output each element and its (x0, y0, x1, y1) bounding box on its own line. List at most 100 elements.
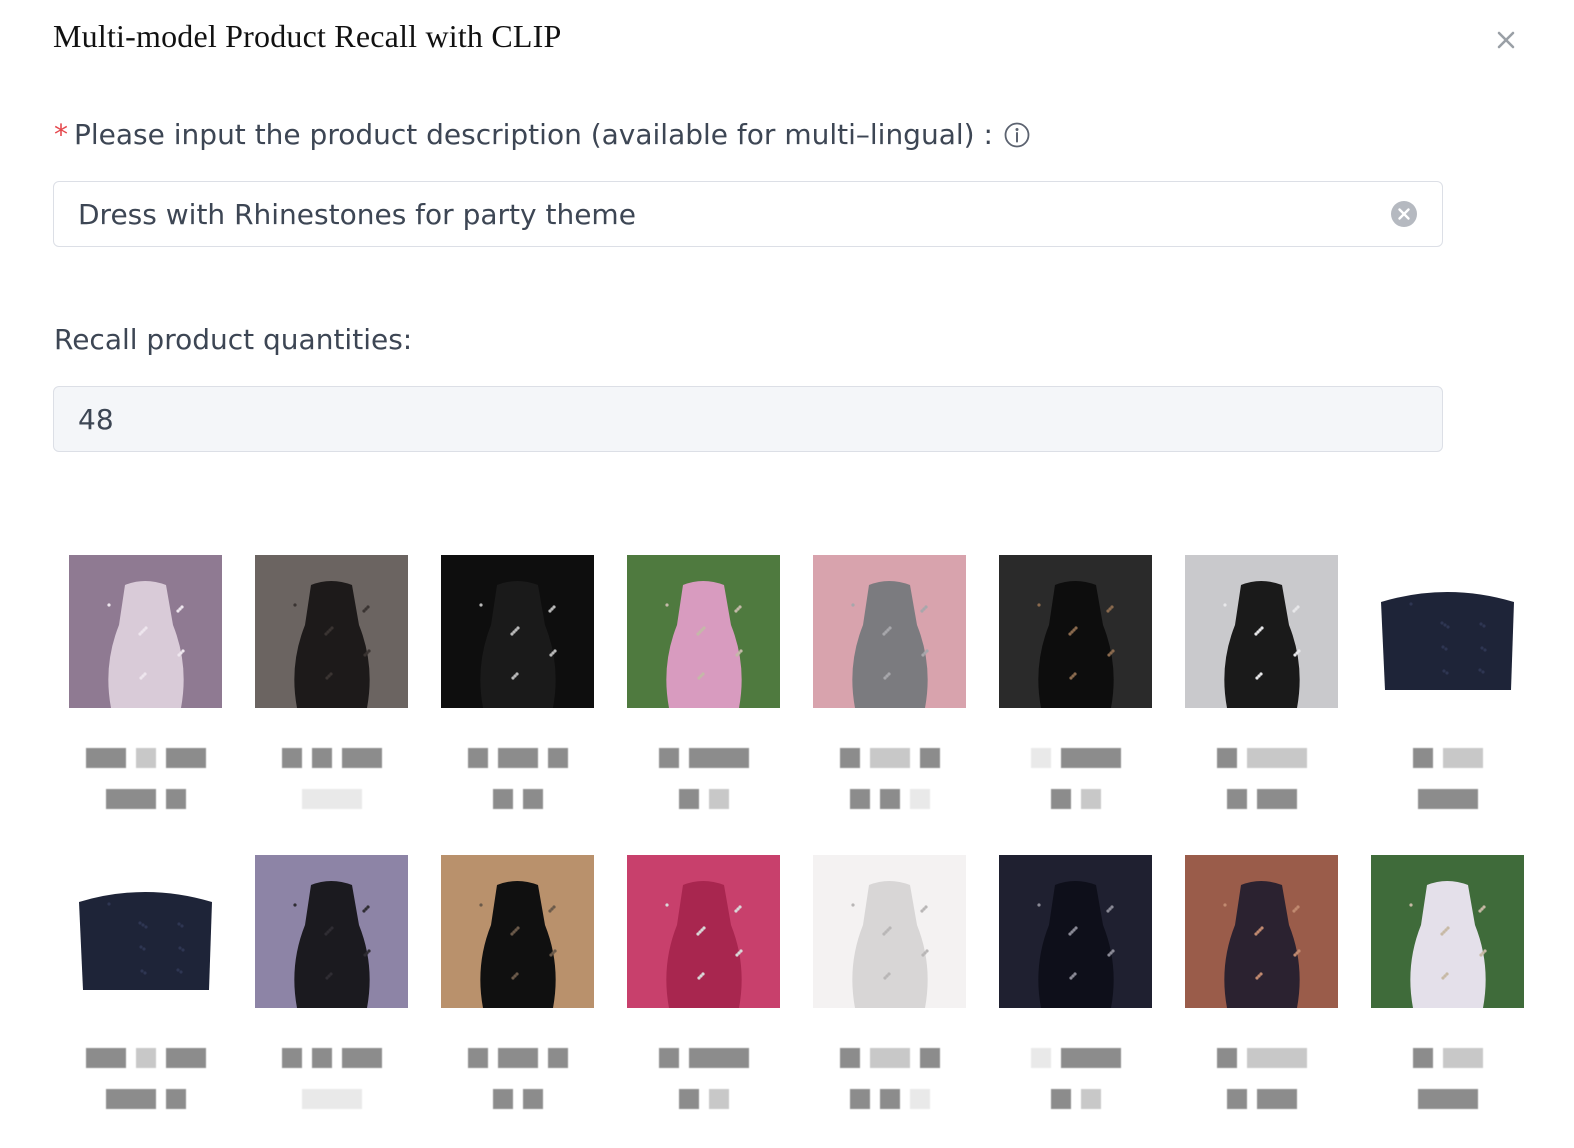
product-label-redacted (813, 747, 966, 769)
redacted-block (135, 1048, 156, 1068)
redacted-block (85, 1048, 126, 1068)
product-card[interactable] (69, 555, 222, 855)
product-card[interactable] (255, 855, 408, 1148)
redacted-block (165, 1048, 206, 1068)
product-card[interactable] (1185, 855, 1338, 1148)
redacted-block (165, 748, 206, 768)
product-image[interactable] (255, 555, 408, 708)
redacted-block (1050, 789, 1071, 809)
product-card[interactable] (441, 555, 594, 855)
product-card[interactable] (255, 555, 408, 855)
redacted-block (1442, 748, 1483, 768)
product-image[interactable] (627, 555, 780, 708)
redacted-block (165, 1089, 186, 1109)
product-card[interactable] (999, 555, 1152, 855)
product-label-redacted (813, 788, 966, 810)
redacted-block (839, 748, 860, 768)
quantity-input[interactable]: 48 (53, 386, 1443, 452)
redacted-block (301, 1089, 362, 1109)
redacted-block (1216, 748, 1237, 768)
product-label-redacted (1185, 747, 1338, 769)
product-image[interactable] (441, 855, 594, 1008)
redacted-block (869, 748, 910, 768)
recall-dialog: Multi-model Product Recall with CLIP * P… (0, 0, 1574, 1148)
redacted-block (708, 1089, 729, 1109)
product-image[interactable] (627, 855, 780, 1008)
product-image[interactable] (1185, 555, 1338, 708)
product-card[interactable] (441, 855, 594, 1148)
product-label-redacted (255, 788, 408, 810)
product-label-redacted (1371, 1088, 1524, 1110)
redacted-block (522, 789, 543, 809)
redacted-block (281, 1048, 302, 1068)
redacted-block (708, 789, 729, 809)
product-label-redacted (255, 1088, 408, 1110)
product-label-redacted (1185, 1047, 1338, 1069)
redacted-block (341, 1048, 382, 1068)
product-image[interactable] (813, 555, 966, 708)
redacted-block (1080, 1089, 1101, 1109)
redacted-block (497, 1048, 538, 1068)
redacted-block (1226, 1089, 1247, 1109)
product-image[interactable] (1185, 855, 1338, 1008)
description-label: Please input the product description (av… (74, 118, 993, 151)
product-image[interactable] (69, 555, 222, 708)
redacted-block (492, 789, 513, 809)
product-image[interactable] (1371, 855, 1524, 1008)
redacted-block (547, 1048, 568, 1068)
product-card[interactable] (813, 555, 966, 855)
product-card[interactable] (1371, 555, 1524, 855)
product-label-redacted (69, 747, 222, 769)
product-card[interactable] (627, 855, 780, 1148)
redacted-block (688, 748, 749, 768)
redacted-block (839, 1048, 860, 1068)
redacted-block (1442, 1048, 1483, 1068)
redacted-block (281, 748, 302, 768)
product-label-redacted (255, 1047, 408, 1069)
redacted-block (1216, 1048, 1237, 1068)
redacted-block (869, 1048, 910, 1068)
redacted-block (165, 789, 186, 809)
quantity-input-value[interactable]: 48 (78, 403, 1418, 436)
product-label-redacted (813, 1088, 966, 1110)
product-card[interactable] (69, 855, 222, 1148)
redacted-block (879, 789, 900, 809)
product-card[interactable] (627, 555, 780, 855)
description-label-row: * Please input the product description (… (54, 118, 1031, 151)
clear-circle-icon[interactable] (1390, 200, 1418, 228)
redacted-block (135, 748, 156, 768)
redacted-block (1412, 748, 1433, 768)
description-input-value[interactable]: Dress with Rhinestones for party theme (78, 198, 1390, 231)
product-label-redacted (999, 1047, 1152, 1069)
product-image[interactable] (69, 874, 222, 990)
redacted-block (879, 1089, 900, 1109)
redacted-block (1246, 1048, 1307, 1068)
redacted-block (909, 1089, 930, 1109)
description-input[interactable]: Dress with Rhinestones for party theme (53, 181, 1443, 247)
close-icon[interactable] (1490, 24, 1522, 56)
redacted-block (105, 789, 156, 809)
redacted-block (105, 1089, 156, 1109)
product-card[interactable] (999, 855, 1152, 1148)
product-image[interactable] (813, 855, 966, 1008)
info-circle-icon[interactable] (1003, 121, 1031, 149)
product-label-redacted (999, 747, 1152, 769)
product-label-redacted (255, 747, 408, 769)
product-label-redacted (627, 1047, 780, 1069)
product-label-redacted (1185, 1088, 1338, 1110)
redacted-block (467, 748, 488, 768)
product-image[interactable] (441, 555, 594, 708)
product-card[interactable] (813, 855, 966, 1148)
product-label-redacted (69, 1047, 222, 1069)
product-image[interactable] (1371, 574, 1524, 690)
quantity-label: Recall product quantities: (54, 323, 413, 356)
product-label-redacted (1371, 747, 1524, 769)
product-card[interactable] (1371, 855, 1524, 1148)
product-image[interactable] (999, 555, 1152, 708)
product-image[interactable] (255, 855, 408, 1008)
product-card[interactable] (1185, 555, 1338, 855)
redacted-block (1256, 789, 1297, 809)
product-image[interactable] (999, 855, 1152, 1008)
redacted-block (658, 1048, 679, 1068)
redacted-block (301, 789, 362, 809)
